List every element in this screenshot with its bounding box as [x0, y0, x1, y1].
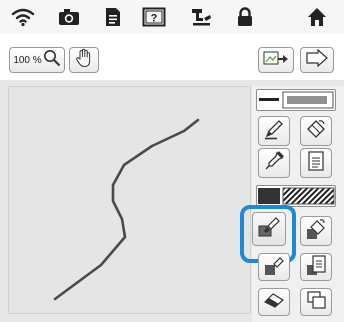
embroidery-machine-icon[interactable]	[186, 6, 216, 28]
toolbar: 100 %	[0, 34, 344, 80]
line-style-selector[interactable]	[256, 89, 336, 111]
line-properties-button[interactable]	[300, 148, 332, 178]
region-eyedropper-button[interactable]	[258, 253, 290, 281]
line-eyedropper-icon	[263, 150, 285, 177]
import-image-icon	[263, 49, 289, 72]
magnifier-icon	[43, 49, 61, 72]
zoom-value: 100 %	[13, 54, 42, 66]
select-area-button[interactable]	[300, 288, 332, 316]
next-arrow-icon	[305, 48, 329, 72]
region-brush-icon	[256, 214, 282, 245]
zoom-button[interactable]: 100 %	[9, 47, 65, 73]
fill-style-selector[interactable]	[256, 185, 336, 207]
line-properties-icon	[306, 150, 326, 177]
line-eraser-button[interactable]	[300, 116, 332, 146]
import-image-button[interactable]	[258, 47, 294, 73]
line-eraser-icon	[305, 118, 327, 145]
eraser-icon	[263, 291, 285, 314]
wifi-icon[interactable]	[8, 6, 38, 28]
hand-icon	[75, 48, 93, 73]
region-properties-button[interactable]	[300, 253, 332, 281]
lock-icon[interactable]	[230, 6, 260, 28]
drawing-canvas[interactable]	[8, 86, 251, 314]
region-fill-icon	[305, 217, 327, 246]
line-eyedropper-button[interactable]	[258, 148, 290, 178]
region-properties-icon	[305, 254, 327, 281]
region-fill-button[interactable]	[300, 216, 332, 246]
home-icon[interactable]	[302, 6, 332, 28]
svg-text:?: ?	[151, 13, 158, 25]
camera-icon[interactable]	[54, 6, 84, 28]
help-icon[interactable]: ?	[139, 6, 169, 28]
line-pen-button[interactable]	[258, 116, 290, 146]
status-bar: ?	[0, 0, 344, 35]
region-brush-button[interactable]	[252, 212, 286, 246]
pan-button[interactable]	[69, 47, 99, 73]
drawn-line	[53, 118, 200, 301]
eraser-button[interactable]	[258, 288, 290, 316]
select-area-icon	[305, 290, 327, 315]
next-button[interactable]	[300, 47, 334, 73]
line-pen-icon	[263, 118, 285, 145]
region-eyedropper-icon	[263, 254, 285, 281]
document-icon[interactable]	[98, 6, 128, 28]
